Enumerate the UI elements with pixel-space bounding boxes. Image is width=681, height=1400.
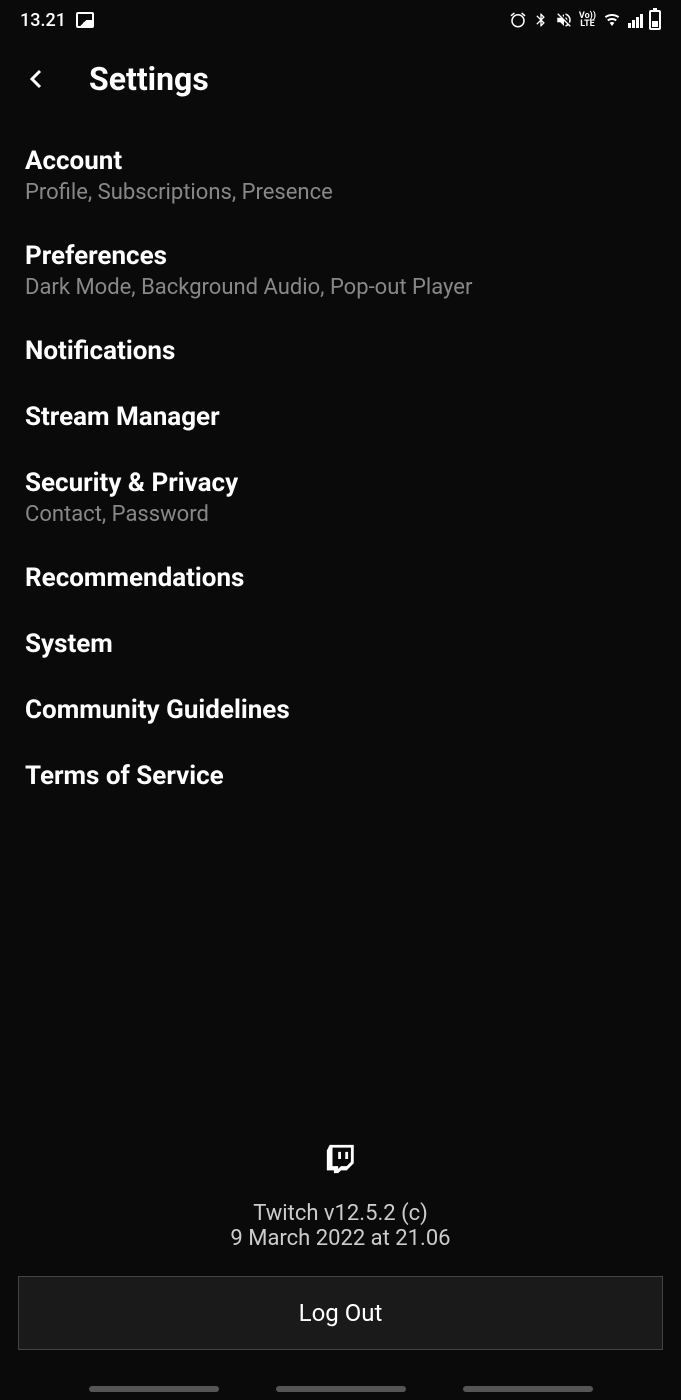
twitch-icon xyxy=(324,1141,358,1181)
nav-back[interactable] xyxy=(463,1386,593,1392)
item-subtitle: Contact, Password xyxy=(25,502,656,527)
version-text: Twitch v12.5.2 (c) xyxy=(253,1201,428,1226)
alarm-icon xyxy=(509,11,527,29)
settings-item-community-guidelines[interactable]: Community Guidelines xyxy=(25,677,656,743)
nav-recent[interactable] xyxy=(89,1386,219,1392)
page-title: Settings xyxy=(89,60,209,98)
settings-item-account[interactable]: Account Profile, Subscriptions, Presence xyxy=(25,128,656,223)
build-date-text: 9 March 2022 at 21.06 xyxy=(230,1226,450,1251)
logout-button[interactable]: Log Out xyxy=(18,1276,663,1350)
header: Settings xyxy=(0,40,681,128)
item-title: Terms of Service xyxy=(25,761,656,791)
status-right: Vo))LTE xyxy=(509,10,661,30)
item-title: Account xyxy=(25,146,656,176)
item-title: Notifications xyxy=(25,336,656,366)
picture-icon xyxy=(76,12,94,28)
footer: Twitch v12.5.2 (c) 9 March 2022 at 21.06… xyxy=(0,1141,681,1350)
volte-icon: Vo))LTE xyxy=(579,12,596,28)
mute-icon xyxy=(555,11,573,29)
nav-home[interactable] xyxy=(276,1386,406,1392)
status-bar: 13.21 Vo))LTE xyxy=(0,0,681,40)
back-button[interactable] xyxy=(25,65,49,93)
bluetooth-icon xyxy=(533,11,549,29)
item-title: Stream Manager xyxy=(25,402,656,432)
item-title: System xyxy=(25,629,656,659)
navigation-bar xyxy=(0,1386,681,1392)
item-subtitle: Profile, Subscriptions, Presence xyxy=(25,180,656,205)
settings-item-terms-of-service[interactable]: Terms of Service xyxy=(25,743,656,809)
item-title: Security & Privacy xyxy=(25,468,656,498)
settings-item-system[interactable]: System xyxy=(25,611,656,677)
item-title: Recommendations xyxy=(25,563,656,593)
item-subtitle: Dark Mode, Background Audio, Pop-out Pla… xyxy=(25,275,656,300)
signal-icon xyxy=(628,12,643,28)
item-title: Preferences xyxy=(25,241,656,271)
settings-item-recommendations[interactable]: Recommendations xyxy=(25,545,656,611)
status-left: 13.21 xyxy=(20,10,94,31)
settings-item-security-privacy[interactable]: Security & Privacy Contact, Password xyxy=(25,450,656,545)
wifi-icon xyxy=(602,12,622,28)
settings-item-preferences[interactable]: Preferences Dark Mode, Background Audio,… xyxy=(25,223,656,318)
settings-item-stream-manager[interactable]: Stream Manager xyxy=(25,384,656,450)
status-time: 13.21 xyxy=(20,10,66,31)
settings-list: Account Profile, Subscriptions, Presence… xyxy=(0,128,681,809)
settings-item-notifications[interactable]: Notifications xyxy=(25,318,656,384)
item-title: Community Guidelines xyxy=(25,695,656,725)
battery-icon xyxy=(649,10,661,30)
